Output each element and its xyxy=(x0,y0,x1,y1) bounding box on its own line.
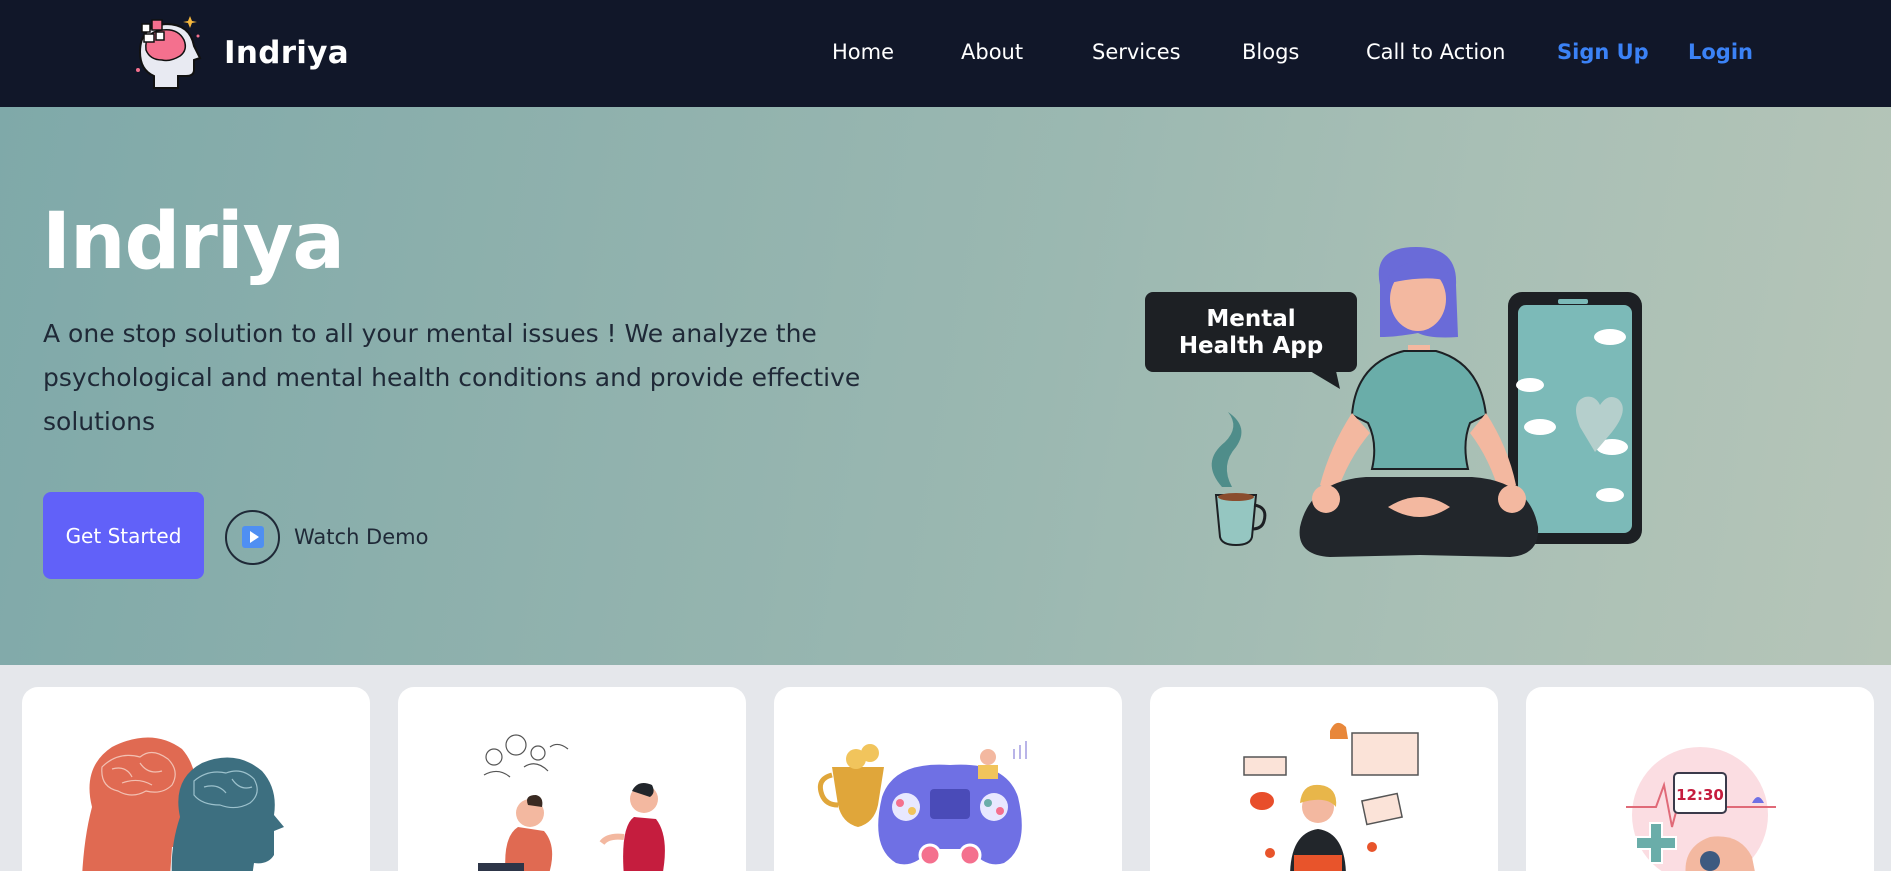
medicine-reminder-illustration: 12:30 xyxy=(1626,747,1776,871)
feature-card[interactable]: 12:30 xyxy=(1526,687,1874,871)
nav-links: Home About Services Blogs Call to Action… xyxy=(0,0,1891,107)
bubble-text-line2: Health App xyxy=(1179,333,1323,359)
speech-bubble: Mental Health App xyxy=(1145,292,1357,389)
hero-section: Indriya A one stop solution to all your … xyxy=(0,107,1891,665)
play-circle-icon xyxy=(225,509,280,565)
therapy-session-illustration xyxy=(478,734,665,871)
notifications-person-illustration xyxy=(1243,722,1419,871)
feature-card[interactable] xyxy=(1150,687,1498,871)
reminder-clock-text: 12:30 xyxy=(1676,786,1724,804)
nav-about-link[interactable]: About xyxy=(961,40,1023,64)
bubble-text-line1: Mental xyxy=(1206,306,1295,332)
get-started-button[interactable]: Get Started xyxy=(43,492,204,579)
feature-card[interactable] xyxy=(398,687,746,871)
nav-blogs-link[interactable]: Blogs xyxy=(1242,40,1299,64)
nav-call-to-action-link[interactable]: Call to Action xyxy=(1366,40,1505,64)
two-heads-brain-illustration xyxy=(82,737,284,871)
feature-card[interactable] xyxy=(774,687,1122,871)
hero-title: Indriya xyxy=(42,197,345,287)
navbar: Indriya Home About Services Blogs Call t… xyxy=(0,0,1891,107)
hero-description: A one stop solution to all your mental i… xyxy=(43,319,861,436)
gamepad-trophy-illustration xyxy=(817,741,1027,867)
signup-link[interactable]: Sign Up xyxy=(1557,40,1649,64)
play-icon xyxy=(241,526,264,548)
feature-cards: 12:30 xyxy=(0,665,1891,871)
feature-card[interactable] xyxy=(22,687,370,871)
login-link[interactable]: Login xyxy=(1688,40,1753,64)
watch-demo-button[interactable]: Watch Demo xyxy=(225,509,428,565)
nav-home-link[interactable]: Home xyxy=(832,40,894,64)
nav-services-link[interactable]: Services xyxy=(1092,40,1181,64)
meditating-woman-illustration: Mental Health App xyxy=(1145,247,1642,557)
watch-demo-label: Watch Demo xyxy=(294,525,429,549)
